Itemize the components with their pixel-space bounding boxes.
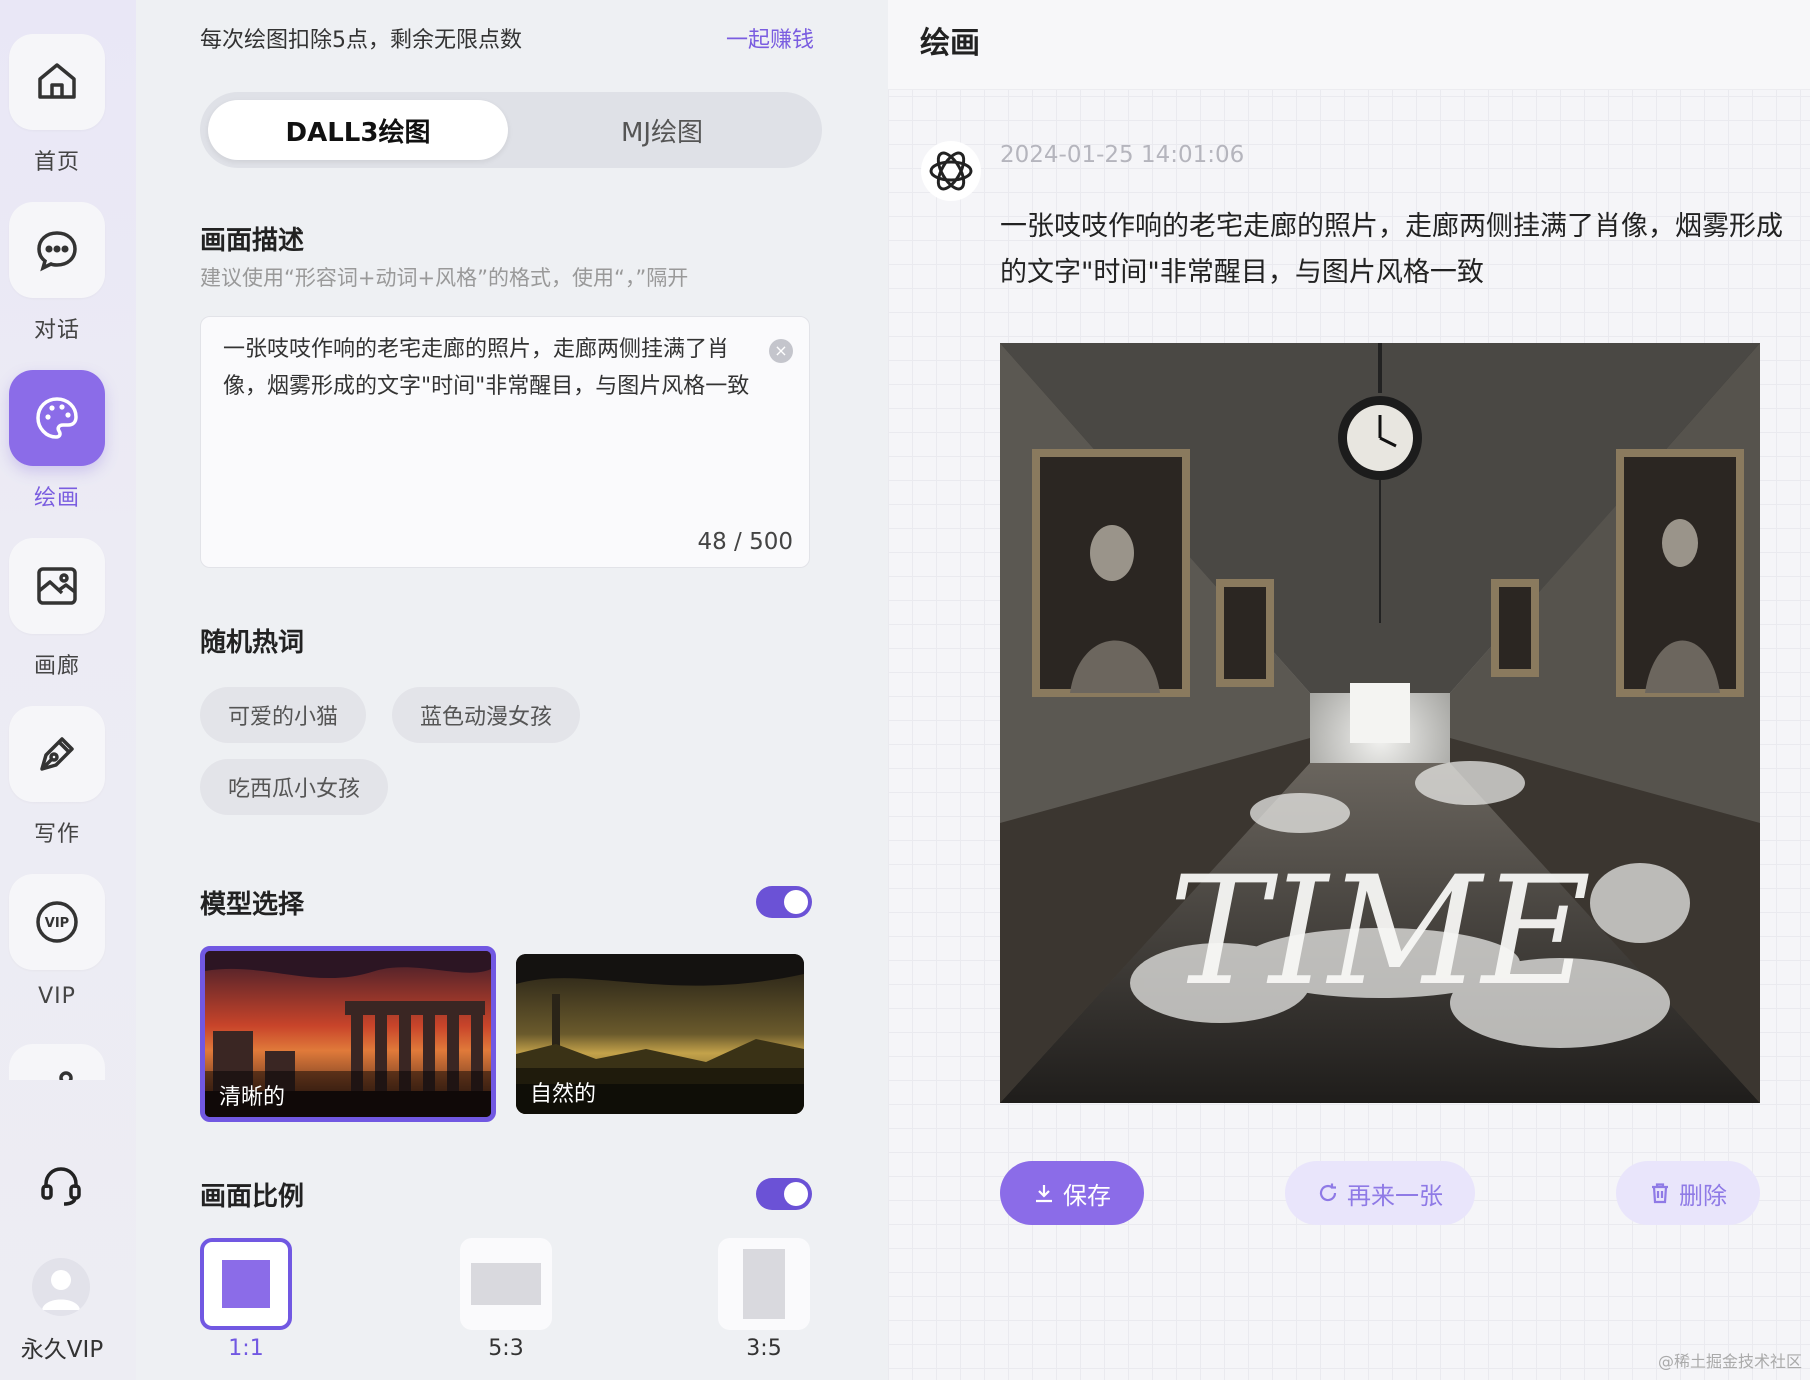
sidebar-item-vip[interactable]: VIP VIP (0, 874, 114, 1009)
image-smoke-text: TIME (1169, 845, 1591, 1019)
ratio-toggle[interactable] (756, 1178, 812, 1210)
message-timestamp: 2024-01-25 14:01:06 (1000, 142, 1245, 168)
ratio-option-5-3[interactable]: 5:3 (460, 1238, 552, 1361)
pen-icon (9, 706, 105, 802)
model-title: 模型选择 (200, 890, 305, 920)
sidebar-item-draw[interactable]: 绘画 (0, 370, 114, 512)
draw-settings-panel: 每次绘图扣除5点，剩余无限点数 一起赚钱 DALL3绘图 MJ绘图 画面描述 建… (136, 0, 888, 1380)
sidebar-item-label: 首页 (33, 150, 80, 175)
result-header: 绘画 (888, 0, 1810, 90)
model-card-natural[interactable]: 自然的 (516, 954, 804, 1114)
model-card-vivid[interactable]: 清晰的 (200, 946, 496, 1122)
sidebar-item-label: 绘画 (33, 486, 80, 511)
clear-icon[interactable]: × (769, 339, 793, 363)
hotword-chip[interactable]: 蓝色动漫女孩 (392, 687, 581, 743)
download-icon (1036, 1185, 1052, 1203)
watermark: @稀土掘金技术社区 (1657, 1352, 1802, 1371)
hotwords-title: 随机热词 (200, 628, 305, 658)
regenerate-button-label: 再来一张 (1347, 1181, 1443, 1210)
message-text: 一张吱吱作响的老宅走廊的照片，走廊两侧挂满了肖像，烟雾形成的文字"时间"非常醒目… (1000, 211, 1783, 288)
prompt-textarea[interactable]: 一张吱吱作响的老宅走廊的照片，走廊两侧挂满了肖像，烟雾形成的文字"时间"非常醒目… (200, 316, 810, 568)
gallery-icon (9, 538, 105, 634)
ratio-title: 画面比例 (200, 1182, 305, 1212)
ratio-label: 1:1 (228, 1336, 264, 1361)
ratio-option-1-1[interactable]: 1:1 (200, 1238, 292, 1361)
user-membership-label: 永久VIP (20, 1337, 104, 1363)
result-panel: 绘画 2024-01-25 14:01:06 一张吱吱作响的老宅走廊的照片，走廊… (888, 0, 1810, 1380)
ratio-label: 5:3 (488, 1336, 524, 1361)
model-caption: 自然的 (516, 1068, 804, 1114)
sidebar-item-label: 写作 (33, 822, 80, 847)
prompt-hint: 建议使用“形容词+动词+风格”的格式，使用“，”隔开 (200, 266, 689, 290)
regenerate-button[interactable]: 再来一张 (1285, 1161, 1475, 1225)
points-note: 每次绘图扣除5点，剩余无限点数 (200, 28, 522, 53)
sidebar-item-more[interactable] (9, 1044, 105, 1080)
square-ratio-icon (200, 1238, 292, 1330)
char-counter: 48 / 500 (697, 529, 793, 555)
portrait-ratio-icon (718, 1238, 810, 1330)
delete-button-label: 删除 (1679, 1181, 1727, 1210)
model-caption: 清晰的 (205, 1071, 491, 1117)
sidebar-item-home[interactable]: 首页 (0, 34, 114, 176)
refresh-icon (1319, 1183, 1337, 1202)
svg-text:VIP: VIP (45, 916, 69, 931)
hotword-chip[interactable]: 可爱的小猫 (200, 687, 367, 743)
earn-link[interactable]: 一起赚钱 (726, 22, 814, 54)
engine-tabs: DALL3绘图 MJ绘图 (200, 92, 822, 168)
sidebar-item-label: 画廊 (33, 654, 80, 679)
vip-icon: VIP (9, 874, 105, 970)
openai-logo-icon (921, 141, 981, 201)
generated-image[interactable]: TIME (1000, 343, 1760, 1103)
sidebar-item-label: VIP (38, 984, 76, 1009)
save-button[interactable]: 保存 (1000, 1161, 1144, 1225)
sidebar: 首页 对话 绘画 画廊 写作 VIP VIP 永久VIP (0, 0, 136, 1380)
chat-icon (9, 202, 105, 298)
trash-icon (1652, 1183, 1668, 1204)
home-icon (9, 34, 105, 130)
save-button-label: 保存 (1063, 1181, 1111, 1210)
sidebar-item-chat[interactable]: 对话 (0, 202, 114, 344)
palette-icon (9, 370, 105, 466)
page-title: 绘画 (920, 26, 980, 61)
delete-button[interactable]: 删除 (1616, 1161, 1760, 1225)
tab-dall3[interactable]: DALL3绘图 (208, 100, 508, 160)
ratio-option-3-5[interactable]: 3:5 (718, 1238, 810, 1361)
model-toggle[interactable] (756, 886, 812, 918)
landscape-ratio-icon (460, 1238, 552, 1330)
prompt-title: 画面描述 (200, 226, 305, 256)
sidebar-item-write[interactable]: 写作 (0, 706, 114, 848)
sidebar-item-label: 对话 (33, 318, 80, 343)
hotword-chip[interactable]: 吃西瓜小女孩 (200, 759, 389, 815)
support-headset-icon[interactable] (36, 1160, 86, 1210)
avatar[interactable] (32, 1258, 90, 1316)
prompt-text[interactable]: 一张吱吱作响的老宅走廊的照片，走廊两侧挂满了肖像，烟雾形成的文字"时间"非常醒目… (223, 331, 753, 405)
sidebar-item-gallery[interactable]: 画廊 (0, 538, 114, 680)
tab-mj[interactable]: MJ绘图 (512, 100, 812, 160)
ratio-label: 3:5 (746, 1336, 782, 1361)
